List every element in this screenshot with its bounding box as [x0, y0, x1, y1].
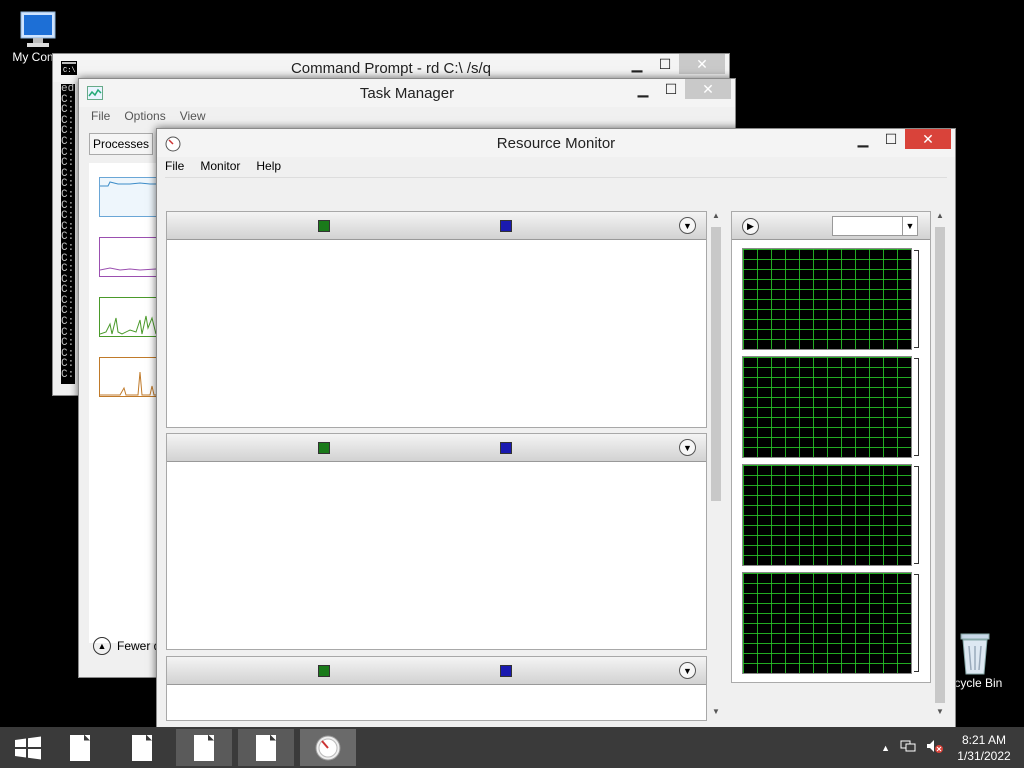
- clock-time: 8:21 AM: [961, 732, 1007, 747]
- views-dropdown[interactable]: ▼: [832, 216, 918, 236]
- rm-graph-3: [742, 464, 912, 566]
- taskbar: ▲ 8:21 AM 1/31/2022: [0, 727, 1024, 768]
- console-line: C:: [61, 241, 75, 254]
- rm-minimize-button[interactable]: ▁: [849, 129, 877, 149]
- rm-menu-file[interactable]: File: [165, 159, 184, 173]
- document-icon: [194, 734, 214, 761]
- taskbar-command-prompt[interactable]: [176, 729, 232, 766]
- cmd-maximize-button[interactable]: ☐: [651, 54, 679, 74]
- resource-monitor-icon: [315, 735, 341, 760]
- green-legend-square: [318, 220, 330, 232]
- rm-right-scrollbar[interactable]: ▲ ▼: [933, 211, 947, 719]
- tab-processes[interactable]: Processes: [89, 133, 153, 155]
- system-tray: ▲ 8:21 AM 1/31/2022: [881, 727, 1014, 768]
- rm-graph-pane: ▶ ▼: [731, 211, 931, 683]
- scroll-thumb[interactable]: [935, 227, 945, 703]
- rm-titlebar[interactable]: Resource Monitor ▁ ☐ ✕: [157, 129, 955, 157]
- disk-sparkline[interactable]: [99, 297, 157, 337]
- clock-date: 1/31/2022: [957, 748, 1011, 763]
- network-sparkline[interactable]: [99, 357, 157, 397]
- rm-menu-monitor[interactable]: Monitor: [200, 159, 240, 173]
- chevron-down-icon[interactable]: ▼: [679, 662, 696, 679]
- rm-section-panel-1: ▼: [166, 211, 707, 428]
- graph-scale-bracket: [914, 250, 919, 348]
- chevron-up-icon: ▲: [93, 637, 111, 655]
- rm-section-panel-2: ▼: [166, 433, 707, 650]
- document-icon: [256, 734, 276, 761]
- green-legend-square: [318, 665, 330, 677]
- taskbar-file-2[interactable]: [114, 729, 170, 766]
- tm-menu-view[interactable]: View: [180, 109, 206, 123]
- scroll-up-arrow-icon[interactable]: ▲: [933, 211, 947, 223]
- cmd-console-output[interactable]: ed C: C: C: C: C: C: C: C: C: C: C: C: C: C: C: C: C: C: C:…: [61, 84, 75, 384]
- scroll-thumb[interactable]: [711, 227, 721, 501]
- chevron-down-icon[interactable]: ▼: [679, 217, 696, 234]
- document-icon: [70, 734, 90, 761]
- rm-menubar: File Monitor Help: [165, 159, 281, 173]
- graph-scale-bracket: [914, 574, 919, 672]
- clock[interactable]: 8:21 AM 1/31/2022: [954, 732, 1014, 764]
- taskbar-resource-monitor[interactable]: [300, 729, 356, 766]
- console-line: C:: [61, 135, 75, 148]
- tm-menubar: File Options View: [91, 109, 206, 123]
- rm-tab-strip: [165, 177, 947, 210]
- dropdown-arrow-icon: ▼: [902, 217, 917, 235]
- green-legend-square: [318, 442, 330, 454]
- rm-section-panel-3: ▼: [166, 656, 707, 721]
- windows-logo-icon: [15, 736, 41, 759]
- graph-scale-bracket: [914, 358, 919, 456]
- tm-minimize-button[interactable]: ▁: [629, 79, 657, 99]
- fewer-details-label: Fewer d: [117, 639, 161, 653]
- rm-section-header-1[interactable]: ▼: [167, 212, 706, 240]
- scroll-down-arrow-icon[interactable]: ▼: [933, 707, 947, 719]
- rm-menu-help[interactable]: Help: [256, 159, 281, 173]
- rm-close-button[interactable]: ✕: [905, 129, 951, 149]
- blue-legend-square: [500, 220, 512, 232]
- taskbar-file-1[interactable]: [52, 729, 108, 766]
- tm-maximize-button[interactable]: ☐: [657, 79, 685, 99]
- rm-left-scrollbar[interactable]: ▲ ▼: [709, 211, 723, 719]
- cmd-close-button[interactable]: ✕: [679, 54, 725, 74]
- chevron-right-icon[interactable]: ▶: [742, 218, 759, 235]
- memory-sparkline[interactable]: [99, 237, 157, 277]
- console-line: C:: [61, 369, 75, 382]
- start-button[interactable]: [0, 729, 56, 766]
- recycle-bin-icon: [955, 630, 995, 676]
- rm-graph-4: [742, 572, 912, 674]
- rm-graph-pane-header: ▶ ▼: [732, 212, 930, 240]
- show-hidden-icons-arrow-icon[interactable]: ▲: [881, 743, 890, 753]
- console-line: ed: [61, 84, 75, 95]
- resource-monitor-window[interactable]: Resource Monitor ▁ ☐ ✕ File Monitor Help…: [156, 128, 956, 728]
- cmd-minimize-button[interactable]: ▁: [623, 54, 651, 74]
- tm-menu-options[interactable]: Options: [124, 109, 165, 123]
- document-icon: [132, 734, 152, 761]
- tm-close-button[interactable]: ✕: [685, 79, 731, 99]
- fewer-details-button[interactable]: ▲ Fewer d: [93, 637, 160, 655]
- scroll-down-arrow-icon[interactable]: ▼: [709, 707, 723, 719]
- console-line: C:: [61, 188, 75, 201]
- tm-titlebar[interactable]: Task Manager ▁ ☐ ✕: [79, 79, 735, 107]
- volume-muted-icon[interactable]: [926, 739, 944, 756]
- tm-menu-file[interactable]: File: [91, 109, 110, 123]
- graph-scale-bracket: [914, 466, 919, 564]
- rm-section-header-2[interactable]: ▼: [167, 434, 706, 462]
- blue-legend-square: [500, 665, 512, 677]
- scroll-up-arrow-icon[interactable]: ▲: [709, 211, 723, 223]
- rm-title: Resource Monitor: [496, 135, 616, 152]
- rm-graph-2: [742, 356, 912, 458]
- rm-graph-1: [742, 248, 912, 350]
- taskbar-task-manager[interactable]: [238, 729, 294, 766]
- network-icon[interactable]: [900, 739, 916, 756]
- rm-section-header-3[interactable]: ▼: [167, 657, 706, 685]
- rm-maximize-button[interactable]: ☐: [877, 129, 905, 149]
- chevron-down-icon[interactable]: ▼: [679, 439, 696, 456]
- blue-legend-square: [500, 442, 512, 454]
- cpu-sparkline[interactable]: [99, 177, 157, 217]
- computer-icon: [15, 10, 61, 50]
